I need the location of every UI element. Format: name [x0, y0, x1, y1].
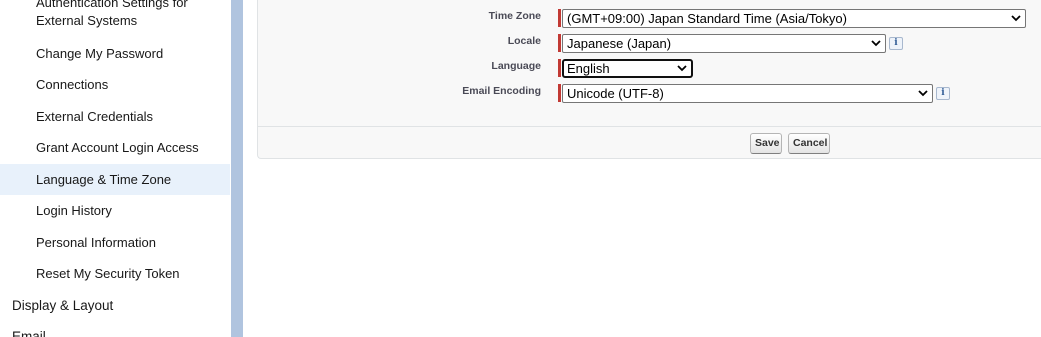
setup-sidebar: Authentication Settings for External Sys…: [0, 0, 231, 337]
locale-select[interactable]: Japanese (Japan): [562, 34, 886, 53]
sidebar-item-label: Language & Time Zone: [36, 172, 172, 187]
sidebar-item-label: Grant Account Login Access: [36, 140, 199, 155]
sidebar-item-label: Change My Password: [36, 46, 164, 61]
chevron-down-icon: [871, 35, 881, 52]
sidebar-section-label: Email: [12, 329, 46, 337]
chevron-down-icon: [677, 61, 687, 76]
sidebar-item-label: Reset My Security Token: [36, 266, 180, 281]
sidebar-item-label: Connections: [36, 77, 109, 92]
required-indicator: [558, 9, 561, 27]
required-indicator: [558, 84, 561, 102]
time-zone-value: (GMT+09:00) Japan Standard Time (Asia/To…: [567, 11, 847, 26]
sidebar-section-display-layout[interactable]: Display & Layout: [0, 297, 230, 315]
sidebar-item-label: Login History: [36, 203, 112, 218]
info-icon[interactable]: i: [889, 37, 903, 50]
locale-value: Japanese (Japan): [567, 36, 672, 51]
locale-label: Locale: [507, 35, 541, 47]
sidebar-item-reset-security-token[interactable]: Reset My Security Token: [0, 265, 230, 283]
sidebar-item-grant-login-access[interactable]: Grant Account Login Access: [0, 139, 230, 157]
panel-separator: [257, 126, 1041, 127]
language-value: English: [567, 61, 610, 76]
email-encoding-value: Unicode (UTF-8): [567, 86, 664, 101]
time-zone-label: Time Zone: [488, 10, 541, 22]
sidebar-item-label: Personal Information: [36, 235, 156, 250]
sidebar-resize-handle[interactable]: [231, 0, 243, 337]
cancel-button[interactable]: Cancel: [788, 133, 830, 154]
sidebar-item-change-password[interactable]: Change My Password: [0, 45, 230, 63]
sidebar-item-external-credentials[interactable]: External Credentials: [0, 108, 230, 126]
sidebar-item-authentication-settings[interactable]: Authentication Settings for External Sys…: [0, 0, 230, 30]
sidebar-item-connections[interactable]: Connections: [0, 76, 230, 94]
save-button[interactable]: Save: [750, 133, 782, 154]
time-zone-select[interactable]: (GMT+09:00) Japan Standard Time (Asia/To…: [562, 9, 1026, 28]
chevron-down-icon: [918, 85, 928, 102]
sidebar-item-personal-information[interactable]: Personal Information: [0, 234, 230, 252]
language-select[interactable]: English: [562, 59, 693, 78]
sidebar-section-label: Display & Layout: [12, 298, 114, 313]
info-icon[interactable]: i: [936, 87, 950, 100]
chevron-down-icon: [1011, 10, 1021, 27]
email-encoding-label: Email Encoding: [462, 85, 541, 97]
required-indicator: [558, 34, 561, 52]
required-indicator: [558, 59, 561, 77]
sidebar-item-login-history[interactable]: Login History: [0, 202, 230, 220]
sidebar-item-label: External Credentials: [36, 109, 154, 124]
language-label: Language: [491, 60, 541, 72]
sidebar-section-email[interactable]: Email: [0, 328, 230, 337]
sidebar-item-label: Authentication Settings for External Sys…: [36, 0, 188, 28]
sidebar-item-language-time-zone[interactable]: Language & Time Zone: [0, 164, 230, 195]
email-encoding-select[interactable]: Unicode (UTF-8): [562, 84, 933, 103]
